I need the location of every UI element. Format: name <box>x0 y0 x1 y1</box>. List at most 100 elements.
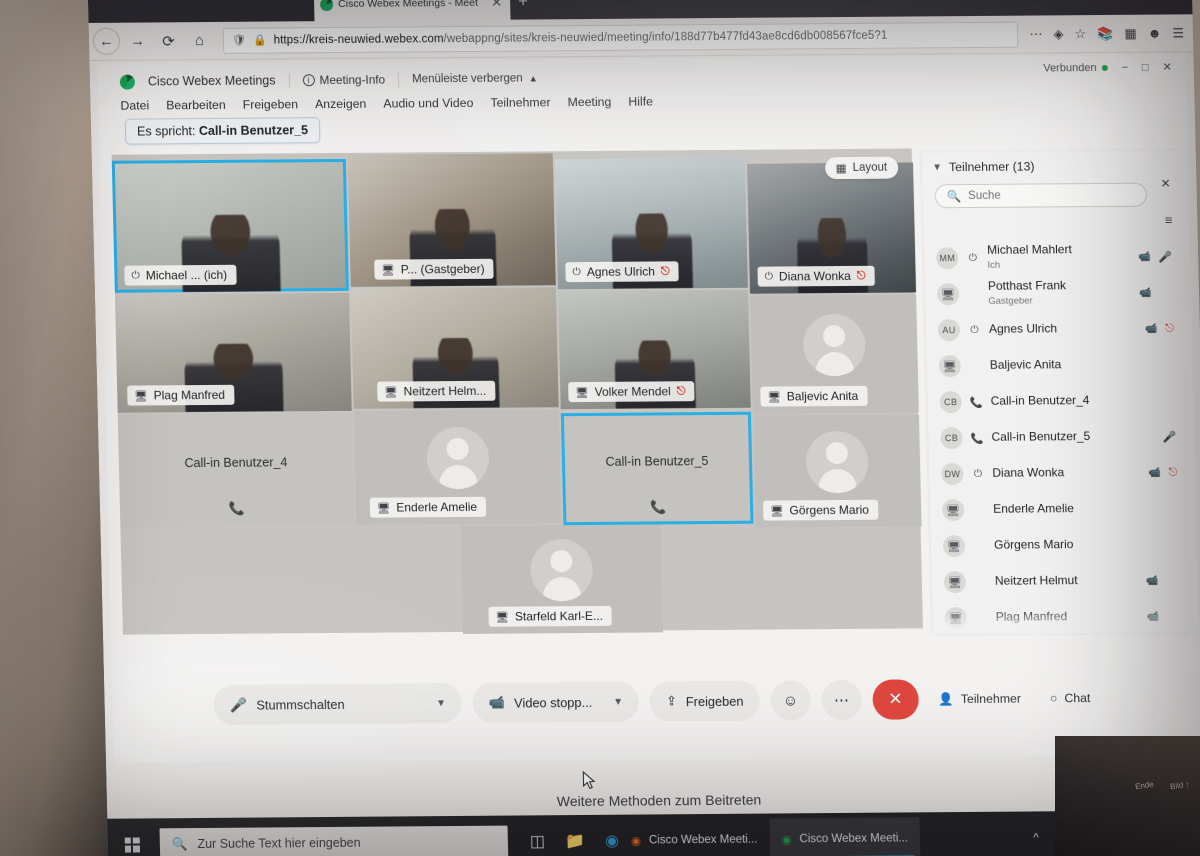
mouse-cursor <box>582 770 596 790</box>
more-options-button[interactable]: ⋯ <box>820 679 862 721</box>
menu-datei[interactable]: Datei <box>120 98 149 112</box>
list-item[interactable]: MM ⏻ Michael Mahlert Ich 📹 🎤 <box>924 238 1183 276</box>
list-item[interactable]: 🖥 Potthast FrankGastgeber 📹 🎤 <box>925 274 1184 312</box>
phone-icon: 📞 <box>970 432 984 445</box>
tile-name: Starfeld Karl-E... <box>514 608 604 624</box>
participant-name: Call-in Benutzer_4 <box>990 393 1090 408</box>
menu-icon[interactable]: ☰ <box>1172 25 1184 41</box>
hide-menubar-button[interactable]: Menüleiste verbergen ▲ <box>412 72 538 86</box>
tile-name: Görgens Mario <box>789 502 870 518</box>
back-button[interactable]: ← <box>92 27 121 55</box>
participants-panel-header[interactable]: ▼ Teilnehmer (13) <box>922 150 1181 176</box>
video-tile[interactable]: 🖥 Plag Manfred <box>114 292 352 413</box>
chevron-up-icon[interactable]: ^ <box>1033 830 1039 844</box>
tile-name: P... (Gastgeber) <box>400 261 485 277</box>
headset-icon: ⏻ <box>968 251 978 264</box>
forward-button[interactable]: → <box>124 27 152 54</box>
meeting-info-button[interactable]: i Meeting-Info <box>302 73 385 88</box>
chevron-down-icon[interactable]: ▼ <box>932 162 942 173</box>
layout-grid-icon: ▦ <box>835 162 847 176</box>
list-item[interactable]: 🖥 Neitzert Helmut 📹 🎤 <box>931 562 1190 600</box>
list-item[interactable]: 🖥 Baljevic Anita 📹 🎤 <box>926 346 1185 384</box>
taskbar-search-input[interactable]: 🔍 Zur Suche Text hier eingeben <box>159 825 509 856</box>
video-tile[interactable]: 🖥 Enderle Amelie <box>353 409 562 525</box>
close-button[interactable]: ✕ <box>1162 60 1172 73</box>
participant-name: Call-in Benutzer_5 <box>991 429 1091 444</box>
headset-icon: ⏻ <box>764 270 774 283</box>
lock-icon[interactable]: 🔒 <box>253 34 267 47</box>
video-button[interactable]: 📹 Video stopp... ▼ <box>472 681 640 723</box>
pocket-icon[interactable]: ◈ <box>1053 26 1063 42</box>
maximize-button[interactable]: □ <box>1142 61 1149 73</box>
tile-name-badge: 🖥 Starfeld Karl-E... <box>488 605 613 627</box>
bookmark-star-icon[interactable]: ☆ <box>1074 26 1086 42</box>
participants-list[interactable]: MM ⏻ Michael Mahlert Ich 📹 🎤 🖥 Potthast F… <box>924 238 1192 635</box>
list-item[interactable]: 🖥 Enderle Amelie 📹 🎤 <box>930 490 1189 528</box>
edge-icon[interactable]: ◉ <box>605 831 619 851</box>
video-tile[interactable]: ⏻ Michael ... (ich) <box>111 158 349 293</box>
end-meeting-button[interactable]: ✕ <box>871 679 919 720</box>
video-tile[interactable]: 🖥 Görgens Mario <box>752 414 922 528</box>
task-view-icon[interactable]: ◫ <box>530 831 546 851</box>
tile-name-badge: 🖥 Plag Manfred <box>127 384 235 406</box>
chat-toggle-button[interactable]: ○ Chat <box>1040 678 1099 718</box>
video-tile[interactable]: 🖥 Neitzert Helm... <box>350 287 559 409</box>
file-explorer-icon[interactable]: 📁 <box>565 831 585 851</box>
taskbar-task-firefox[interactable]: ◉ Cisco Webex Meeti... <box>618 819 769 856</box>
mute-button[interactable]: 🎤 Stummschalten ▼ <box>213 682 463 725</box>
sort-list-icon[interactable]: ≡ <box>1165 212 1173 227</box>
video-tile[interactable]: 🖥 Starfeld Karl-E... <box>460 524 664 634</box>
menu-freigeben[interactable]: Freigeben <box>243 97 299 111</box>
menu-teilnehmer[interactable]: Teilnehmer <box>490 95 550 109</box>
close-icon[interactable]: ✕ <box>489 0 504 11</box>
participants-toggle-button[interactable]: 👤 Teilnehmer <box>929 679 1030 720</box>
layout-button[interactable]: ▦ Layout <box>824 156 899 180</box>
reactions-button[interactable]: ☺ <box>769 680 811 721</box>
list-item[interactable]: DW ⏻ Diana Wonka 📹 ⎋ <box>929 454 1188 492</box>
close-icon[interactable]: ✕ <box>1160 176 1170 190</box>
tile-name: Call-in Benutzer_4 <box>184 455 288 471</box>
list-item[interactable]: CB 📞 Call-in Benutzer_5 📹 🎤 <box>928 418 1187 456</box>
list-item[interactable]: 🖥 Görgens Mario 📹 🎤 <box>931 526 1190 564</box>
menu-bearbeiten[interactable]: Bearbeiten <box>166 98 226 112</box>
participant-name: Neitzert Helmut <box>994 573 1078 588</box>
chevron-down-icon[interactable]: ▼ <box>424 698 446 709</box>
url-bar[interactable]: 🛡 🔒 https://kreis-neuwied.webex.com/weba… <box>222 21 1018 54</box>
menu-hilfe[interactable]: Hilfe <box>628 95 653 109</box>
overflow-icon[interactable]: ⋯ <box>1029 26 1042 42</box>
device-icon: 🖥 <box>575 386 589 399</box>
account-icon[interactable]: ☻ <box>1148 26 1162 41</box>
menu-meeting[interactable]: Meeting <box>567 95 611 109</box>
search-placeholder: Suche <box>968 189 1001 203</box>
taskbar-task-webex[interactable]: ◉ Cisco Webex Meeti... <box>768 817 921 856</box>
participant-name: Baljevic Anita <box>989 357 1062 372</box>
video-tile[interactable]: 🖥 P... (Gastgeber) <box>347 153 556 287</box>
webex-app-name: Cisco Webex Meetings <box>147 73 276 89</box>
browser-tab[interactable]: Cisco Webex Meetings - Meet ✕ <box>313 0 511 22</box>
video-tile[interactable]: 🖥 Baljevic Anita <box>750 294 919 414</box>
video-tile[interactable]: ⏻ Diana Wonka ⎋ <box>747 162 917 294</box>
windows-start-icon[interactable] <box>108 836 156 853</box>
share-button[interactable]: ⇪ Freigeben <box>649 680 760 722</box>
library-icon[interactable]: 📚 <box>1097 25 1114 41</box>
search-input[interactable]: 🔍 Suche <box>934 182 1148 209</box>
menu-anzeigen[interactable]: Anzeigen <box>315 97 367 111</box>
list-item[interactable]: AU ⏻ Agnes Ulrich 📹 ⎋ <box>926 310 1185 348</box>
video-tile[interactable]: Call-in Benutzer_4 📞 <box>117 412 355 527</box>
video-tile[interactable]: Call-in Benutzer_5 📞 <box>560 411 754 526</box>
new-tab-button[interactable]: + <box>518 0 528 12</box>
shield-icon[interactable]: 🛡 <box>232 34 246 47</box>
avatar: AU <box>937 319 961 342</box>
info-icon: i <box>302 74 315 87</box>
home-button[interactable]: ⌂ <box>186 27 214 54</box>
sidebar-icon[interactable]: ▦ <box>1124 25 1137 41</box>
video-tile[interactable]: 🖥 Volker Mendel ⎋ <box>557 289 751 410</box>
video-tile[interactable]: ⏻ Agnes Ulrich ⎋ <box>554 157 748 290</box>
list-item[interactable]: CB 📞 Call-in Benutzer_4 📹 🎤 <box>927 382 1186 420</box>
minimize-button[interactable]: − <box>1121 61 1128 73</box>
close-icon: ✕ <box>888 689 903 709</box>
tile-name: Call-in Benutzer_5 <box>605 454 709 470</box>
chevron-down-icon[interactable]: ▼ <box>601 696 623 707</box>
reload-button[interactable]: ⟳ <box>155 27 183 54</box>
menu-audio-und-video[interactable]: Audio und Video <box>383 96 473 111</box>
